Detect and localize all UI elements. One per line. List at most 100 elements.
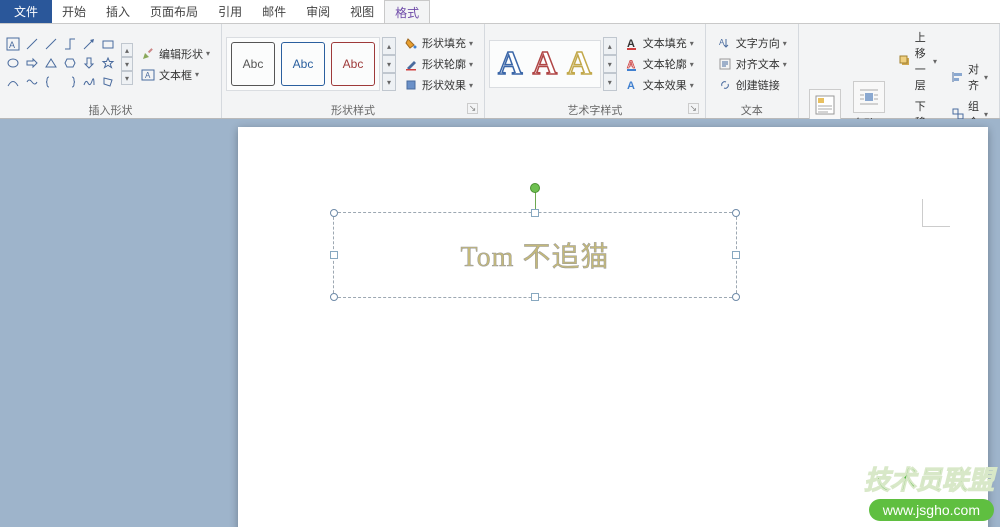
shape-brace-r-icon[interactable] <box>63 75 79 91</box>
tab-view[interactable]: 视图 <box>340 0 384 23</box>
wordart-style-3[interactable]: A <box>567 45 592 83</box>
shape-style-gallery[interactable]: Abc Abc Abc <box>226 37 380 91</box>
shape-line2-icon[interactable] <box>44 37 60 53</box>
group-insert-shapes: A ▴ ▾ ▾ <box>0 24 222 118</box>
watermark-title: 技术员联盟 <box>864 460 994 497</box>
resize-handle-nw[interactable] <box>330 209 338 217</box>
resize-handle-s[interactable] <box>531 293 539 301</box>
bucket-icon <box>403 35 419 51</box>
pen-icon <box>403 56 419 72</box>
edit-shape-button[interactable]: 编辑形状 ▾ <box>137 45 213 63</box>
wordart-text[interactable]: Tom 不追猫 <box>461 235 610 275</box>
shape-text-icon[interactable]: A <box>6 37 22 53</box>
watermark: 技术员联盟 www.jsgho.com <box>864 460 994 521</box>
text-box-button[interactable]: A 文本框 ▾ <box>137 66 213 84</box>
wrap-icon <box>853 81 885 113</box>
group-label: 文本 <box>741 105 763 117</box>
resize-handle-sw[interactable] <box>330 293 338 301</box>
text-fill-icon: A <box>624 35 640 51</box>
align-button[interactable]: 对齐▾ <box>948 60 991 94</box>
shape-style-2[interactable]: Abc <box>281 42 325 86</box>
group-shape-styles: Abc Abc Abc ▴ ▾ ▾ 形状填充▾ 形状轮廓▾ <box>222 24 485 118</box>
shape-effects-button[interactable]: 形状效果▾ <box>400 76 476 94</box>
text-box-icon: A <box>140 67 156 83</box>
shape-style-3[interactable]: Abc <box>331 42 375 86</box>
shape-fill-button[interactable]: 形状填充▾ <box>400 34 476 52</box>
dialog-launcher-icon[interactable]: ↘ <box>688 103 699 114</box>
scroll-down-icon[interactable]: ▾ <box>121 57 133 71</box>
shapes-gallery[interactable]: A <box>4 35 119 93</box>
wordart-style-1[interactable]: A <box>498 45 523 83</box>
shape-scribble-icon[interactable] <box>82 75 98 91</box>
shape-oval-icon[interactable] <box>6 56 22 72</box>
scroll-up-icon[interactable]: ▴ <box>121 43 133 57</box>
shape-curve-icon[interactable] <box>6 75 22 91</box>
align-text-icon <box>717 56 733 72</box>
group-wordart-styles: A A A ▴ ▾ ▾ A 文本填充▾ A 文本轮廓▾ A <box>485 24 706 118</box>
rotation-stem <box>535 191 536 211</box>
chevron-down-icon: ▾ <box>206 49 210 58</box>
shape-line-icon[interactable] <box>25 37 41 53</box>
ribbon: A ▴ ▾ ▾ <box>0 24 1000 119</box>
text-direction-button[interactable]: A 文字方向▾ <box>714 34 790 52</box>
text-effects-icon: A <box>624 77 640 93</box>
shape-arrow-down-icon[interactable] <box>82 56 98 72</box>
group-text: A 文字方向▾ 对齐文本▾ 创建链接 文本 <box>706 24 799 118</box>
watermark-url: www.jsgho.com <box>869 499 994 521</box>
scroll-more-icon[interactable]: ▾ <box>603 73 617 91</box>
align-icon <box>951 69 965 85</box>
shape-wave-icon[interactable] <box>25 75 41 91</box>
wordart-scroll[interactable]: ▴ ▾ ▾ <box>603 37 617 91</box>
tab-insert[interactable]: 插入 <box>96 0 140 23</box>
shape-block-arrow-icon[interactable] <box>25 56 41 72</box>
resize-handle-w[interactable] <box>330 251 338 259</box>
shape-style-1[interactable]: Abc <box>231 42 275 86</box>
shape-arrow-icon[interactable] <box>82 37 98 53</box>
text-direction-icon: A <box>717 35 733 51</box>
wordart-textbox[interactable]: Tom 不追猫 <box>333 212 737 298</box>
shape-star-icon[interactable] <box>101 56 117 72</box>
dialog-launcher-icon[interactable]: ↘ <box>467 103 478 114</box>
tab-review[interactable]: 审阅 <box>296 0 340 23</box>
shape-style-scroll[interactable]: ▴ ▾ ▾ <box>382 37 396 91</box>
align-text-button[interactable]: 对齐文本▾ <box>714 55 790 73</box>
scroll-more-icon[interactable]: ▾ <box>121 71 133 85</box>
group-label: 艺术字样式 <box>567 105 622 117</box>
scroll-more-icon[interactable]: ▾ <box>382 73 396 91</box>
scroll-up-icon[interactable]: ▴ <box>382 37 396 55</box>
shape-hexagon-icon[interactable] <box>63 56 79 72</box>
wordart-gallery[interactable]: A A A <box>489 40 601 88</box>
shapes-gallery-scroll[interactable]: ▴ ▾ ▾ <box>121 43 133 85</box>
link-icon <box>717 77 733 93</box>
tab-page-layout[interactable]: 页面布局 <box>140 0 208 23</box>
scroll-up-icon[interactable]: ▴ <box>603 37 617 55</box>
resize-handle-ne[interactable] <box>732 209 740 217</box>
scroll-down-icon[interactable]: ▾ <box>603 55 617 73</box>
edit-shape-icon <box>140 46 156 62</box>
rotation-handle[interactable] <box>530 183 540 193</box>
resize-handle-n[interactable] <box>531 209 539 217</box>
chevron-down-icon: ▾ <box>195 70 199 79</box>
shape-triangle-icon[interactable] <box>44 56 60 72</box>
text-fill-button[interactable]: A 文本填充▾ <box>621 34 697 52</box>
shape-brace-icon[interactable] <box>44 75 60 91</box>
text-effects-button[interactable]: A 文本效果▾ <box>621 76 697 94</box>
group-label: 插入形状 <box>89 105 133 117</box>
tab-format[interactable]: 格式 <box>384 0 430 23</box>
resize-handle-se[interactable] <box>732 293 740 301</box>
text-outline-button[interactable]: A 文本轮廓▾ <box>621 55 697 73</box>
tab-file[interactable]: 文件 <box>0 0 52 23</box>
wordart-style-2[interactable]: A <box>533 45 558 83</box>
bring-forward-button[interactable]: 上移一层▾ <box>895 28 940 94</box>
create-link-button[interactable]: 创建链接 <box>714 76 790 94</box>
shape-rect-icon[interactable] <box>101 37 117 53</box>
document-area[interactable]: Tom 不追猫 <box>0 119 1000 527</box>
resize-handle-e[interactable] <box>732 251 740 259</box>
tab-references[interactable]: 引用 <box>208 0 252 23</box>
shape-connector-icon[interactable] <box>63 37 79 53</box>
shape-outline-button[interactable]: 形状轮廓▾ <box>400 55 476 73</box>
shape-freeform-icon[interactable] <box>101 75 117 91</box>
tab-home[interactable]: 开始 <box>52 0 96 23</box>
tab-mailings[interactable]: 邮件 <box>252 0 296 23</box>
scroll-down-icon[interactable]: ▾ <box>382 55 396 73</box>
